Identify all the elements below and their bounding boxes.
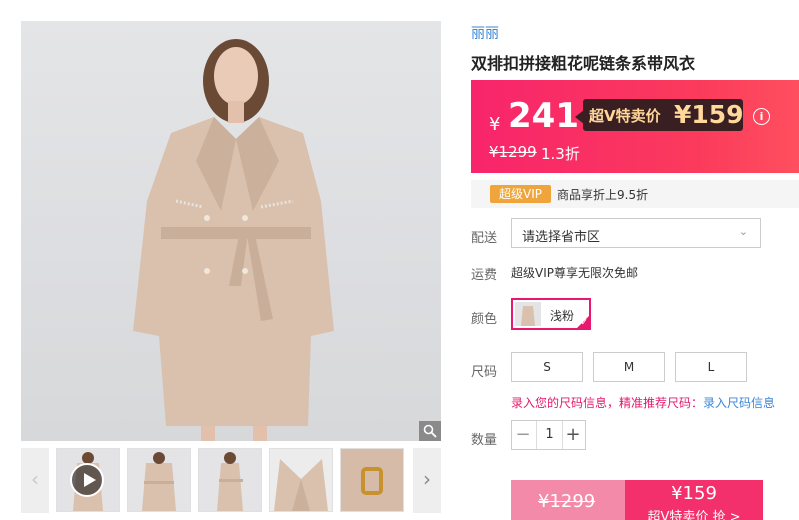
thumb-image (128, 449, 190, 511)
vip-price-tag: 超V特卖价 ¥159 (583, 99, 744, 131)
info-icon[interactable]: i (753, 108, 770, 125)
thumbnail-3[interactable] (198, 448, 262, 512)
buy-vip-button[interactable]: ¥159 超V特卖价 抢 > (625, 480, 763, 520)
size-option-l[interactable]: L (675, 352, 747, 382)
thumbnail-4[interactable] (269, 448, 333, 512)
buy-original-button[interactable]: ¥1299 (511, 480, 625, 520)
product-main-image[interactable] (21, 21, 441, 441)
color-name: 浅粉 (550, 309, 575, 323)
vip-price: ¥159 (674, 100, 744, 129)
thumbnail-strip: ‹ › (21, 448, 441, 513)
current-price: 241 (508, 96, 579, 136)
color-swatch (515, 302, 541, 326)
magnifier-icon (423, 424, 437, 438)
size-hint-text: 录入您的尺码信息，精准推荐尺码： (511, 396, 704, 410)
brand-link[interactable]: 丽丽 (471, 23, 499, 43)
quantity-plus-button[interactable]: + (562, 421, 584, 449)
thumbnail-5[interactable] (340, 448, 404, 512)
size-option-m[interactable]: M (593, 352, 665, 382)
thumb-image (199, 449, 261, 511)
thumbnail-video[interactable] (56, 448, 120, 512)
buy-vip-price: ¥159 (671, 483, 717, 504)
thumbnail-2[interactable] (127, 448, 191, 512)
chevron-left-icon: ‹ (31, 467, 39, 491)
thumb-image (341, 449, 403, 511)
thumb-image (270, 449, 332, 511)
size-hint: 录入您的尺码信息，精准推荐尺码：录入尺码信息 (511, 394, 775, 411)
thumb-prev-arrow[interactable]: ‹ (21, 448, 49, 513)
shipping-label: 运费 (471, 268, 498, 283)
chevron-right-icon: › (423, 467, 431, 491)
shipping-info: 超级VIP尊享无限次免邮 (511, 266, 638, 280)
original-price: ¥1299 (489, 143, 537, 161)
discount-rate: 1.3折 (541, 145, 580, 163)
color-option-selected[interactable]: 浅粉 ✓ (511, 298, 591, 330)
swatch-image (515, 302, 541, 326)
region-select[interactable]: 请选择省市区 ⌄ (511, 218, 761, 248)
quantity-label: 数量 (471, 433, 498, 448)
quantity-input[interactable]: 1 (536, 421, 563, 449)
super-vip-badge: 超级VIP (490, 185, 551, 203)
buy-original-price: ¥1299 (538, 491, 596, 512)
chevron-down-icon: ⌄ (738, 225, 748, 238)
zoom-button[interactable] (419, 421, 441, 441)
size-label: 尺码 (471, 365, 498, 380)
product-title: 双排扣拼接粗花呢链条系带风衣 (471, 54, 696, 73)
size-entry-link[interactable]: 录入尺码信息 (703, 396, 775, 410)
buy-vip-label: 超V特卖价 抢 > (647, 510, 741, 520)
play-icon[interactable] (70, 463, 104, 497)
vip-price-label: 超V特卖价 (589, 107, 661, 125)
price-panel: ¥ 241 超V特卖价 ¥159 i ¥1299 1.3折 (471, 80, 799, 173)
vip-benefit-strip: 超级VIP 商品享折上9.5折 (471, 180, 799, 208)
size-option-s[interactable]: S (511, 352, 583, 382)
delivery-label: 配送 (471, 231, 498, 246)
quantity-minus-button[interactable]: − (512, 421, 534, 449)
trench-coat-photo (133, 39, 334, 441)
region-select-value: 请选择省市区 (522, 230, 601, 245)
vip-benefit-text: 商品享折上9.5折 (557, 188, 649, 202)
check-icon: ✓ (580, 318, 588, 328)
thumb-next-arrow[interactable]: › (413, 448, 441, 513)
currency-symbol: ¥ (489, 114, 501, 135)
color-label: 颜色 (471, 312, 498, 327)
quantity-stepper: − 1 + (511, 420, 586, 450)
